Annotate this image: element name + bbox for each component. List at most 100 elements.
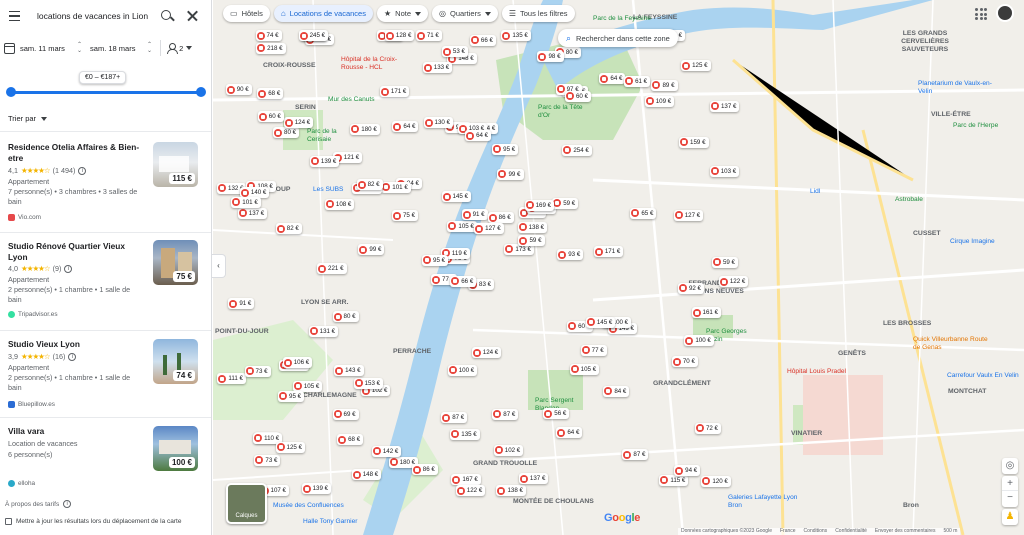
list-item[interactable]: Studio Vieux Lyon 3,9 ★★★★☆ (16) i Appar…	[0, 330, 211, 417]
poi-label[interactable]: Quick Villeurbanne Route de Genas	[913, 336, 993, 352]
price-pin[interactable]: 105 €	[569, 363, 600, 375]
poi-label[interactable]: Mur des Canuts	[328, 96, 375, 104]
price-pin[interactable]: 70 €	[671, 356, 698, 368]
price-pin[interactable]: 171 €	[379, 86, 410, 98]
price-pin[interactable]: 153 €	[353, 377, 384, 389]
price-pin[interactable]: 145 €	[585, 316, 616, 328]
price-pin[interactable]: 138 €	[496, 485, 526, 497]
price-pin[interactable]: 245 €	[298, 30, 329, 41]
checkout-date[interactable]: sam. 18 mars ⌃ ⌄	[90, 42, 152, 54]
price-pin[interactable]: 59 €	[552, 197, 579, 209]
search-icon[interactable]	[158, 7, 176, 25]
price-pin[interactable]: 87 €	[441, 412, 468, 424]
price-pin[interactable]: 64 €	[556, 427, 583, 439]
price-pin[interactable]: 137 €	[237, 207, 268, 219]
sort-dropdown[interactable]: Trier par	[8, 114, 48, 123]
price-pin[interactable]: 86 €	[487, 212, 514, 224]
info-icon[interactable]: i	[63, 500, 72, 508]
chip-neighborhoods[interactable]: ◎ Quartiers	[432, 5, 498, 22]
price-pin[interactable]: 99 €	[358, 244, 385, 256]
price-pin[interactable]: 64 €	[599, 73, 626, 85]
price-pin[interactable]: 53 €	[441, 46, 468, 58]
listing-title[interactable]: Studio Vieux Lyon	[8, 339, 143, 350]
my-location-icon[interactable]: ◎	[1002, 458, 1018, 474]
price-pin[interactable]: 92 €	[677, 282, 704, 294]
about-prices[interactable]: À propos des tarifs i	[5, 500, 72, 508]
price-pin[interactable]: 133 €	[422, 62, 453, 74]
price-pin[interactable]: 65 €	[630, 207, 657, 219]
price-pin[interactable]: 120 €	[701, 475, 731, 487]
price-pin[interactable]: 218 €	[256, 42, 286, 54]
list-item[interactable]: Residence Otelia Affaires & Bien-etre 4,…	[0, 131, 211, 232]
info-icon[interactable]: i	[68, 352, 77, 361]
price-pin[interactable]: 159 €	[679, 136, 709, 148]
attribution-feedback[interactable]: Envoyer des commentaires	[875, 528, 936, 535]
price-pin[interactable]: 109 €	[644, 95, 675, 107]
info-icon[interactable]: i	[64, 264, 73, 273]
price-pin[interactable]: 139 €	[301, 483, 332, 495]
price-pin[interactable]: 122 €	[718, 276, 749, 288]
price-pin[interactable]: 77 €	[580, 344, 607, 356]
price-pin[interactable]: 59 €	[711, 256, 738, 268]
price-pin[interactable]: 130 €	[423, 117, 454, 129]
price-pin[interactable]: 127 €	[474, 223, 504, 235]
price-pin[interactable]: 105 €	[447, 220, 477, 232]
price-pin[interactable]: 93 €	[557, 249, 584, 261]
price-slider-max-handle[interactable]	[196, 87, 206, 97]
price-pin[interactable]: 125 €	[681, 60, 711, 72]
price-pin[interactable]: 61 €	[624, 75, 651, 87]
chip-vacation-rentals[interactable]: ⌂ Locations de vacances	[273, 5, 373, 22]
price-pin[interactable]: 167 €	[451, 474, 481, 486]
price-pin[interactable]: 95 €	[492, 143, 519, 155]
price-pin[interactable]: 60 €	[257, 111, 284, 123]
price-pin[interactable]: 139 €	[309, 155, 340, 167]
price-pin[interactable]: 101 €	[231, 196, 261, 208]
price-pin[interactable]: 148 €	[351, 469, 382, 481]
price-pin[interactable]: 143 €	[334, 365, 364, 377]
close-icon[interactable]	[186, 9, 200, 23]
price-pin[interactable]: 87 €	[492, 408, 519, 420]
price-pin[interactable]: 169 €	[524, 199, 555, 211]
chip-rating[interactable]: ★ Note	[376, 5, 428, 22]
price-pin[interactable]: 89 €	[651, 79, 678, 91]
listing-source[interactable]: Vio.com	[8, 214, 41, 221]
price-pin[interactable]: 82 €	[275, 223, 302, 235]
poi-label[interactable]: Halle Tony Garnier	[303, 518, 358, 526]
price-pin[interactable]: 91 €	[461, 209, 488, 221]
price-pin[interactable]: 91 €	[228, 298, 255, 310]
chip-all-filters[interactable]: ☰ Tous les filtres	[501, 5, 575, 22]
price-pin[interactable]: 86 €	[411, 464, 438, 476]
price-pin[interactable]: 82 €	[356, 179, 383, 191]
price-pin[interactable]: 124 €	[283, 117, 314, 129]
price-slider-min-handle[interactable]	[6, 87, 16, 97]
price-pin[interactable]: 108 €	[324, 198, 355, 210]
price-pin[interactable]: 124 €	[471, 347, 502, 359]
price-pin[interactable]: 60 €	[564, 90, 592, 102]
price-pin[interactable]: 95 €	[422, 254, 449, 266]
poi-label[interactable]: Les SUBS	[313, 186, 343, 194]
apps-grid-icon[interactable]	[975, 8, 987, 20]
price-pin[interactable]: 80 €	[273, 127, 300, 139]
listing-photo[interactable]: 115 €	[153, 142, 198, 187]
update-on-move[interactable]: Mettre à jour les résultats lors du dépl…	[5, 518, 181, 525]
price-pin[interactable]: 95 €	[278, 390, 305, 402]
price-pin[interactable]: 127 €	[673, 209, 704, 221]
price-pin[interactable]: 106 €	[282, 357, 313, 369]
price-pin[interactable]: 180 €	[350, 123, 380, 135]
list-item[interactable]: Villa vara Location de vacances 6 person…	[0, 417, 211, 497]
chip-hotels[interactable]: ▭ Hôtels	[223, 5, 270, 22]
poi-label[interactable]: Galeries Lafayette Lyon Bron	[728, 494, 798, 510]
price-pin[interactable]: 84 €	[603, 385, 630, 397]
price-pin[interactable]: 66 €	[469, 34, 496, 46]
price-pin[interactable]: 87 €	[622, 449, 649, 461]
attribution-country[interactable]: France	[780, 528, 796, 535]
listing-photo[interactable]: 75 €	[153, 240, 198, 285]
price-pin[interactable]: 68 €	[337, 434, 364, 446]
price-pin[interactable]: 68 €	[257, 88, 284, 100]
price-pin[interactable]: 71 €	[415, 30, 442, 41]
price-pin[interactable]: 171 €	[593, 246, 624, 258]
price-pin[interactable]: 75 €	[391, 210, 419, 222]
price-pin[interactable]: 135 €	[450, 428, 480, 440]
search-input[interactable]: locations de vacances in Lion	[37, 11, 158, 21]
poi-label[interactable]: Musée des Confluences	[273, 502, 344, 510]
